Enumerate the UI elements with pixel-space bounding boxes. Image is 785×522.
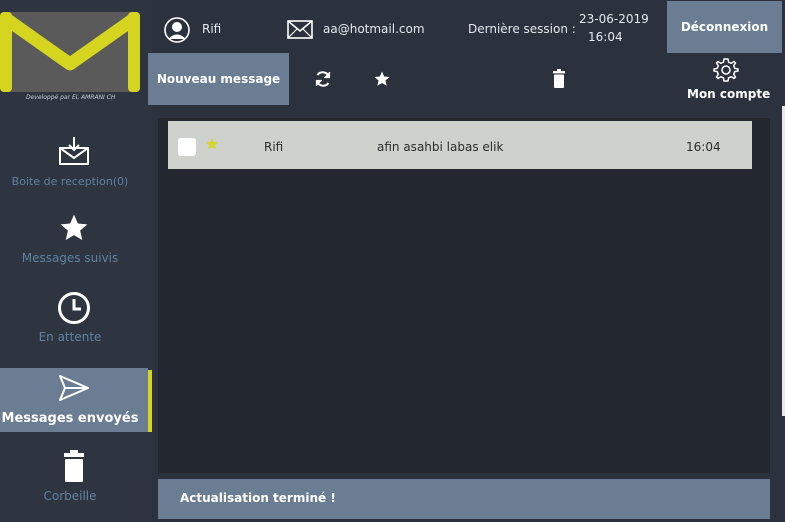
user-icon xyxy=(164,17,190,47)
mail-icon xyxy=(287,20,313,43)
row-recipient: Rifi xyxy=(264,140,284,154)
sidebar-item-label: Messages suivis xyxy=(21,251,119,265)
app-logo xyxy=(0,10,142,92)
sidebar-item-label: Messages envoyés xyxy=(1,411,139,426)
refresh-icon[interactable] xyxy=(314,70,332,92)
developer-credit: Developpé par EL AMRANI CH xyxy=(26,94,116,101)
send-icon xyxy=(58,374,90,406)
message-list: Rifi afin asahbi labas elik 16:04 xyxy=(158,118,770,473)
my-account-button[interactable]: Mon compte xyxy=(687,87,770,101)
last-session-date: 23-06-2019 xyxy=(579,12,649,26)
row-checkbox[interactable] xyxy=(178,138,196,156)
delete-icon[interactable] xyxy=(552,69,566,92)
sidebar: Developpé par EL AMRANI CH Boite de rece… xyxy=(0,0,152,522)
status-text: Actualisation terminé ! xyxy=(180,491,336,505)
star-icon xyxy=(58,212,90,248)
sidebar-item-label: Corbeille xyxy=(43,489,97,503)
clock-icon xyxy=(57,291,91,329)
app-window: Developpé par EL AMRANI CH Boite de rece… xyxy=(0,0,785,522)
sidebar-item-label: En attente xyxy=(38,330,102,344)
table-row[interactable]: Rifi afin asahbi labas elik 16:04 xyxy=(168,121,752,169)
star-icon[interactable] xyxy=(373,70,391,92)
sidebar-item-label: Boite de reception(0) xyxy=(11,175,129,188)
sidebar-item-sent[interactable]: Messages envoyés xyxy=(0,368,148,432)
row-time: 16:04 xyxy=(686,140,721,154)
status-bar: Actualisation terminé ! xyxy=(158,479,770,519)
gear-icon[interactable] xyxy=(713,57,739,87)
last-session-label: Dernière session : xyxy=(468,22,576,36)
user-email: aa@hotmail.com xyxy=(323,22,425,36)
sidebar-item-followed[interactable]: Messages suivis xyxy=(0,210,148,274)
row-subject: afin asahbi labas elik xyxy=(377,140,504,154)
star-icon[interactable] xyxy=(205,136,219,155)
username: Rifi xyxy=(202,22,222,36)
active-indicator xyxy=(148,370,152,432)
sidebar-item-pending[interactable]: En attente xyxy=(0,290,148,354)
new-message-button[interactable]: Nouveau message xyxy=(148,53,289,105)
logout-button[interactable]: Déconnexion xyxy=(667,1,782,53)
sidebar-item-trash[interactable]: Corbeille xyxy=(0,448,148,512)
trash-icon xyxy=(61,450,87,486)
last-session-time: 16:04 xyxy=(588,30,623,44)
inbox-icon xyxy=(58,136,90,170)
sidebar-item-inbox[interactable]: Boite de reception(0) xyxy=(0,132,148,196)
toolbar: Nouveau message Mon compte xyxy=(148,53,785,106)
